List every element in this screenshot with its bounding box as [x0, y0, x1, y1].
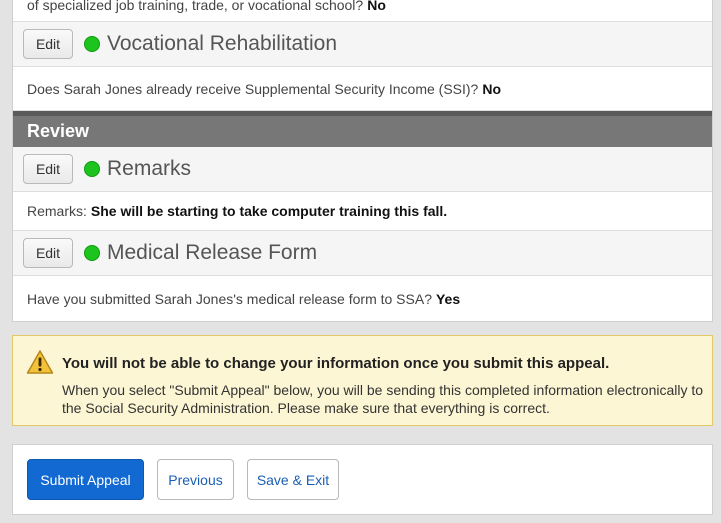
status-complete-icon: [84, 161, 100, 177]
answer-text: No: [482, 80, 502, 97]
warning-title: You will not be able to change your info…: [62, 355, 610, 372]
answer-text: She will be starting to take computer tr…: [90, 203, 448, 219]
submit-appeal-button[interactable]: Submit Appeal: [27, 459, 144, 500]
warning-text: When you select "Submit Appeal" below, y…: [62, 382, 704, 416]
answer-row: Have you submitted Sarah Jones's medical…: [13, 276, 712, 321]
section-title: Vocational Rehabilitation: [107, 32, 337, 55]
partial-answer-row: of specialized job training, trade, or v…: [13, 0, 712, 22]
warning-triangle-icon: [26, 349, 54, 380]
status-complete-icon: [84, 245, 100, 261]
answer-text: Yes: [435, 290, 461, 307]
edit-button[interactable]: Edit: [23, 154, 73, 184]
section-header-remarks: Edit Remarks: [13, 147, 712, 192]
save-and-exit-button[interactable]: Save & Exit: [247, 459, 339, 500]
summary-panel: of specialized job training, trade, or v…: [12, 0, 713, 322]
answer-text: No: [367, 0, 386, 13]
edit-button[interactable]: Edit: [23, 238, 73, 268]
answer-row: Have you submitted Sarah Jones's medical…: [13, 192, 712, 231]
review-heading: Review: [13, 111, 712, 147]
section-header-medical-release-form: Edit Medical Release Form: [13, 231, 712, 276]
previous-button[interactable]: Previous: [157, 459, 234, 500]
question-text: of specialized job training, trade, or v…: [27, 0, 364, 13]
question-text: Does Sarah Jones already receive Supplem…: [27, 80, 479, 97]
section-header-vocational-rehabilitation: Edit Vocational Rehabilitation: [13, 22, 712, 67]
action-bar: Submit Appeal Previous Save & Exit: [12, 444, 713, 515]
question-text: Remarks:: [27, 203, 87, 219]
section-title: Medical Release Form: [107, 241, 318, 264]
warning-alert: You will not be able to change your info…: [12, 335, 713, 426]
question-text: Have you submitted Sarah Jones's medical…: [27, 290, 432, 307]
answer-row: Does Sarah Jones already receive Supplem…: [13, 67, 712, 111]
edit-button[interactable]: Edit: [23, 29, 73, 59]
status-complete-icon: [84, 36, 100, 52]
section-title: Remarks: [107, 157, 192, 180]
